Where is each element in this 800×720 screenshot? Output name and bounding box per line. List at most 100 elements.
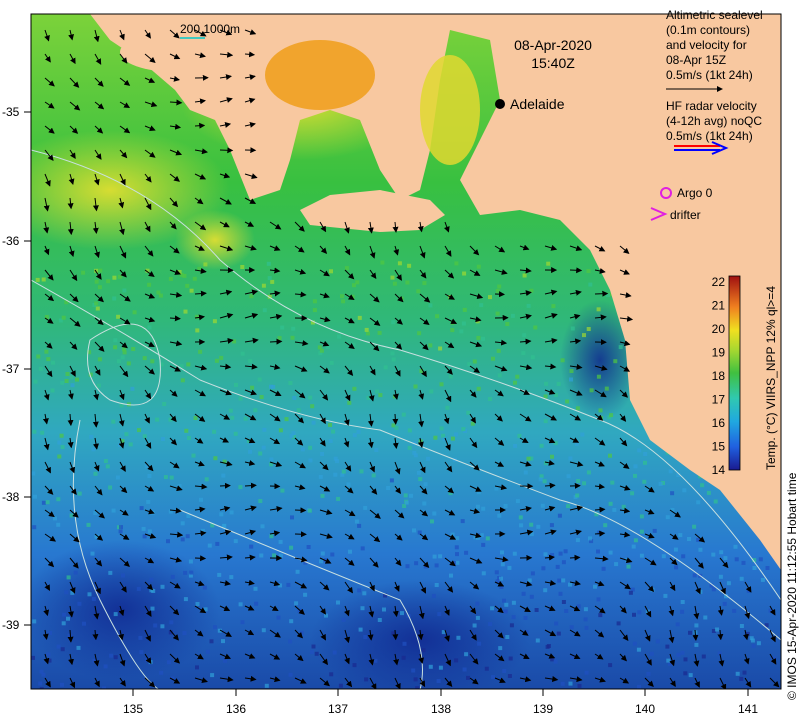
- sst-pixel: [608, 453, 612, 458]
- sst-pixel: [569, 377, 573, 382]
- sst-pixel: [121, 573, 125, 578]
- velocity-arrow-icon: [219, 482, 231, 489]
- sst-pixel: [64, 379, 69, 383]
- sst-pixel: [232, 339, 237, 344]
- sst-pixel: [277, 336, 282, 341]
- sst-pixel: [543, 419, 548, 424]
- sst-pixel: [199, 497, 203, 502]
- sst-pixel: [589, 388, 594, 393]
- sst-pixel: [426, 456, 431, 461]
- sst-pixel: [608, 501, 613, 506]
- sst-pixel: [494, 570, 499, 575]
- sst-pixel: [278, 583, 282, 588]
- sst-pixel: [357, 588, 362, 593]
- colorbar-tick-label: 19: [712, 346, 726, 360]
- sst-pixel: [374, 448, 379, 452]
- sst-pixel: [527, 578, 532, 583]
- sst-pixel: [428, 664, 433, 669]
- sst-pixel: [601, 566, 606, 571]
- sst-pixel: [481, 336, 485, 341]
- sst-pixel: [432, 511, 437, 516]
- sst-pixel: [280, 325, 285, 330]
- sst-pixel: [169, 620, 174, 625]
- sst-pixel: [741, 560, 746, 565]
- sst-pixel: [529, 522, 534, 527]
- sst-pixel: [390, 275, 395, 280]
- sst-pixel: [401, 412, 406, 417]
- sst-pixel: [94, 301, 99, 306]
- sst-pixel: [733, 544, 738, 549]
- sst-pixel: [291, 326, 296, 331]
- sst-pixel: [539, 443, 544, 448]
- sst-pixel: [332, 650, 337, 655]
- sst-pixel: [557, 578, 562, 583]
- sst-pixel: [167, 660, 171, 665]
- sst-pixel: [683, 657, 688, 662]
- sst-pixel: [598, 408, 603, 413]
- sst-pixel: [612, 507, 617, 512]
- sst-pixel: [455, 552, 459, 557]
- title-time: 15:40Z: [531, 55, 575, 71]
- sst-pixel: [267, 276, 272, 281]
- x-tick-label: 138: [431, 702, 451, 716]
- sst-pixel: [261, 445, 266, 450]
- sst-pixel: [128, 442, 133, 447]
- sst-pixel: [557, 513, 562, 518]
- sst-pixel: [534, 608, 539, 612]
- sst-pixel: [397, 261, 402, 266]
- sst-pixel: [481, 542, 486, 547]
- hf-line-1: (4-12h avg) noQC: [666, 114, 762, 128]
- sst-pixel: [391, 320, 396, 325]
- sst-pixel: [336, 600, 340, 605]
- sst-pixel: [219, 355, 224, 360]
- velocity-arrow-icon: [594, 506, 606, 513]
- sst-pixel: [739, 624, 744, 628]
- sst-pixel: [513, 380, 517, 385]
- sst-pixel: [433, 435, 438, 440]
- sst-pixel: [378, 393, 383, 398]
- sst-pixel: [139, 506, 144, 511]
- sst-pixel: [306, 545, 311, 549]
- sst-pixel: [462, 271, 467, 276]
- sst-pixel: [205, 649, 210, 654]
- sst-pixel: [69, 513, 74, 518]
- sst-pixel: [530, 571, 535, 576]
- sst-pixel: [223, 658, 228, 663]
- sst-pixel: [507, 565, 512, 570]
- sst-pixel: [438, 554, 443, 559]
- sst-pixel: [105, 464, 110, 469]
- sst-pixel: [77, 491, 82, 496]
- x-tick-label: 141: [738, 702, 758, 716]
- sst-pixel: [341, 617, 346, 622]
- sst-pixel: [182, 631, 187, 636]
- sst-pixel: [464, 550, 469, 555]
- sst-pixel: [97, 285, 102, 290]
- sst-pixel: [633, 464, 638, 469]
- title-date: 08-Apr-2020: [514, 37, 592, 53]
- sst-pixel: [490, 606, 495, 611]
- sst-pixel: [198, 349, 203, 354]
- sst-pixel: [668, 469, 673, 474]
- sst-pixel: [331, 429, 336, 434]
- sst-pixel: [109, 653, 114, 658]
- sst-pixel: [266, 261, 271, 266]
- sst-pixel: [550, 454, 554, 459]
- sst-pixel: [636, 647, 641, 652]
- sst-pixel: [215, 541, 220, 546]
- sst-pixel: [248, 359, 253, 364]
- sst-pixel: [299, 630, 304, 635]
- sst-pixel: [508, 656, 513, 661]
- sst-pixel: [307, 508, 312, 513]
- velocity-arrow-icon: [194, 555, 207, 562]
- sst-pixel: [317, 345, 322, 350]
- sst-pixel: [596, 374, 601, 379]
- sst-pixel: [341, 299, 346, 304]
- sst-pixel: [329, 269, 333, 274]
- sst-pixel: [200, 528, 205, 533]
- sst-pixel: [701, 654, 706, 659]
- sst-pixel: [61, 315, 66, 320]
- sst-pixel: [189, 570, 194, 575]
- sst-pixel: [335, 459, 339, 464]
- sst-pixel: [556, 381, 561, 386]
- sst-pixel: [59, 433, 64, 438]
